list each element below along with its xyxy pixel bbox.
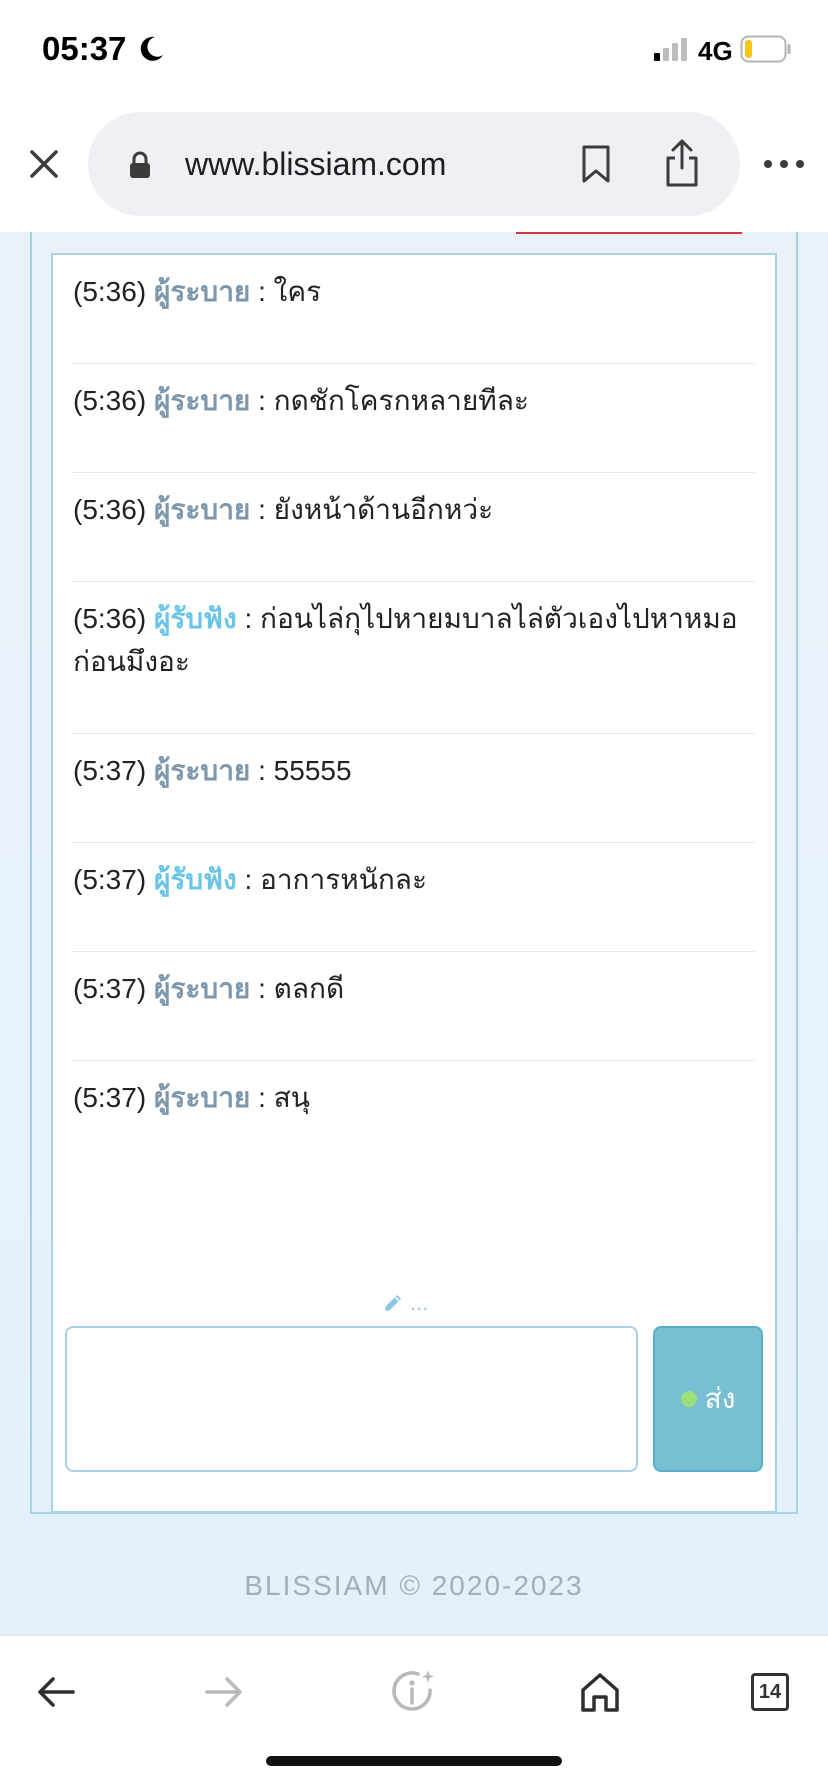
message-time: (5:37) bbox=[73, 755, 147, 786]
message-role: ผู้ระบาย bbox=[153, 755, 251, 786]
back-arrow-icon bbox=[38, 1677, 75, 1707]
battery-icon bbox=[740, 35, 791, 63]
status-dot-icon bbox=[680, 1391, 697, 1407]
info-icon bbox=[392, 1670, 434, 1711]
signal-icon bbox=[654, 38, 687, 61]
forward-arrow-icon bbox=[205, 1677, 242, 1707]
message-separator: : bbox=[258, 494, 266, 525]
bookmark-icon[interactable] bbox=[580, 144, 612, 184]
message-role: ผู้ระบาย bbox=[153, 385, 251, 416]
send-label: ส่ง bbox=[704, 1383, 736, 1414]
status-bar: 05:37 4G bbox=[0, 0, 828, 100]
message-text: กดชักโครกหลายทีละ bbox=[273, 385, 529, 416]
back-button[interactable] bbox=[26, 1662, 86, 1722]
message-role: ผู้ระบาย bbox=[153, 973, 251, 1004]
message-input[interactable] bbox=[65, 1326, 638, 1472]
pencil-icon bbox=[385, 1295, 401, 1311]
moon-icon bbox=[140, 36, 163, 61]
chat-message: (5:36) ผู้ระบาย : ยังหน้าด้านอีกหว่ะ bbox=[73, 473, 755, 582]
browser-bar: www.blissiam.com bbox=[0, 100, 828, 232]
chat-message: (5:37) ผู้ระบาย : สนุ bbox=[73, 1061, 755, 1169]
chat-message: (5:37) ผู้ระบาย : 55555 bbox=[73, 734, 755, 843]
tab-count: 14 bbox=[758, 1680, 782, 1703]
chat-message: (5:37) ผู้ระบาย : ตลกดี bbox=[73, 952, 755, 1061]
more-icon[interactable] bbox=[762, 152, 806, 176]
info-button[interactable] bbox=[384, 1662, 444, 1722]
message-separator: : bbox=[244, 864, 253, 895]
footer-copyright: BLISSIAM © 2020-2023 bbox=[244, 1570, 584, 1601]
message-separator: : bbox=[258, 755, 266, 786]
home-indicator bbox=[266, 1756, 562, 1766]
home-button[interactable] bbox=[570, 1662, 630, 1722]
chat-log[interactable]: (5:36) ผู้ระบาย : ใคร (5:36) ผู้ระบาย : ก… bbox=[51, 253, 777, 1513]
message-time: (5:36) bbox=[73, 385, 147, 416]
message-text: ตลกดี bbox=[273, 973, 345, 1004]
forward-button[interactable] bbox=[194, 1662, 254, 1722]
message-text: 55555 bbox=[273, 755, 352, 786]
message-separator: : bbox=[258, 385, 266, 416]
message-separator: : bbox=[258, 973, 266, 1004]
address-bar[interactable]: www.blissiam.com bbox=[88, 112, 740, 216]
status-time: 05:37 bbox=[42, 30, 127, 67]
home-icon bbox=[581, 1673, 619, 1712]
tabs-icon: 14 bbox=[751, 1673, 789, 1711]
typing-dots: ... bbox=[410, 1290, 429, 1315]
message-time: (5:36) bbox=[73, 276, 147, 307]
message-text: ใคร bbox=[273, 276, 322, 307]
page-content: (5:36) ผู้ระบาย : ใคร (5:36) ผู้ระบาย : ก… bbox=[0, 232, 828, 1635]
message-role: ผู้ระบาย bbox=[153, 494, 251, 525]
message-separator: : bbox=[258, 1082, 266, 1113]
message-role: ผู้ระบาย bbox=[153, 1082, 251, 1113]
message-role: ผู้รับฟัง bbox=[153, 603, 237, 634]
message-time: (5:36) bbox=[73, 603, 147, 634]
network-label: 4G bbox=[698, 36, 733, 66]
close-icon[interactable] bbox=[26, 146, 62, 182]
message-text: อาการหนักละ bbox=[260, 864, 428, 895]
chat-message: (5:36) ผู้ระบาย : ใคร bbox=[73, 255, 755, 364]
message-role: ผู้ระบาย bbox=[153, 276, 251, 307]
lock-icon bbox=[130, 151, 150, 178]
message-separator: : bbox=[258, 276, 266, 307]
typing-indicator: ... bbox=[382, 1290, 428, 1316]
chat-message: (5:36) ผู้ระบาย : กดชักโครกหลายทีละ bbox=[73, 364, 755, 473]
message-text: ยังหน้าด้านอีกหว่ะ bbox=[273, 494, 494, 525]
message-time: (5:36) bbox=[73, 494, 147, 525]
share-icon[interactable] bbox=[664, 138, 700, 188]
message-role: ผู้รับฟัง bbox=[153, 864, 237, 895]
message-list: (5:36) ผู้ระบาย : ใคร (5:36) ผู้ระบาย : ก… bbox=[53, 255, 775, 1169]
chat-message: (5:37) ผู้รับฟัง : อาการหนักละ bbox=[73, 843, 755, 952]
send-button[interactable]: ส่ง bbox=[653, 1326, 763, 1472]
message-time: (5:37) bbox=[73, 973, 147, 1004]
message-time: (5:37) bbox=[73, 864, 147, 895]
tabs-button[interactable]: 14 bbox=[740, 1662, 800, 1722]
message-text: สนุ bbox=[273, 1082, 310, 1113]
message-time: (5:37) bbox=[73, 1082, 147, 1113]
bottom-toolbar: 14 bbox=[0, 1635, 828, 1792]
chat-message: (5:36) ผู้รับฟัง : ก่อนไล่กุไปหายมบาลไล่… bbox=[73, 582, 755, 734]
message-separator: : bbox=[244, 603, 253, 634]
url-text: www.blissiam.com bbox=[185, 146, 447, 182]
